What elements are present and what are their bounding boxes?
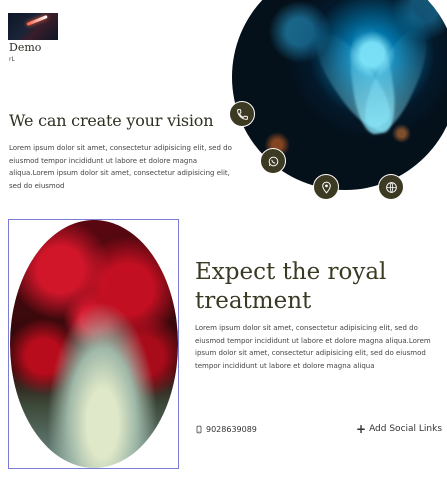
logo-image	[8, 13, 58, 40]
phone-contact[interactable]: 9028639089	[195, 425, 257, 434]
feature-image	[10, 220, 178, 468]
plus-icon: +	[356, 422, 367, 436]
feature-heading: Expect the royal treatment	[195, 259, 387, 314]
feature-image-frame[interactable]	[8, 219, 179, 469]
add-social-label: Add Social Links	[369, 424, 443, 434]
globe-icon[interactable]	[378, 174, 404, 200]
location-icon[interactable]	[313, 174, 339, 200]
hero-paragraph: Lorem ipsum dolor sit amet, consectetur …	[9, 144, 232, 190]
phone-icon[interactable]	[229, 101, 255, 127]
phone-number: 9028639089	[206, 425, 257, 434]
brand-name: Demo	[9, 41, 42, 54]
whatsapp-icon[interactable]	[260, 148, 286, 174]
brand-subtitle: rL	[9, 56, 15, 63]
hero-heading: We can create your vision	[9, 111, 214, 130]
add-social-links-button[interactable]: + Add Social Links	[356, 422, 443, 436]
mobile-icon	[196, 425, 202, 434]
feature-paragraph: Lorem ipsum dolor sit amet, consectetur …	[195, 324, 431, 370]
